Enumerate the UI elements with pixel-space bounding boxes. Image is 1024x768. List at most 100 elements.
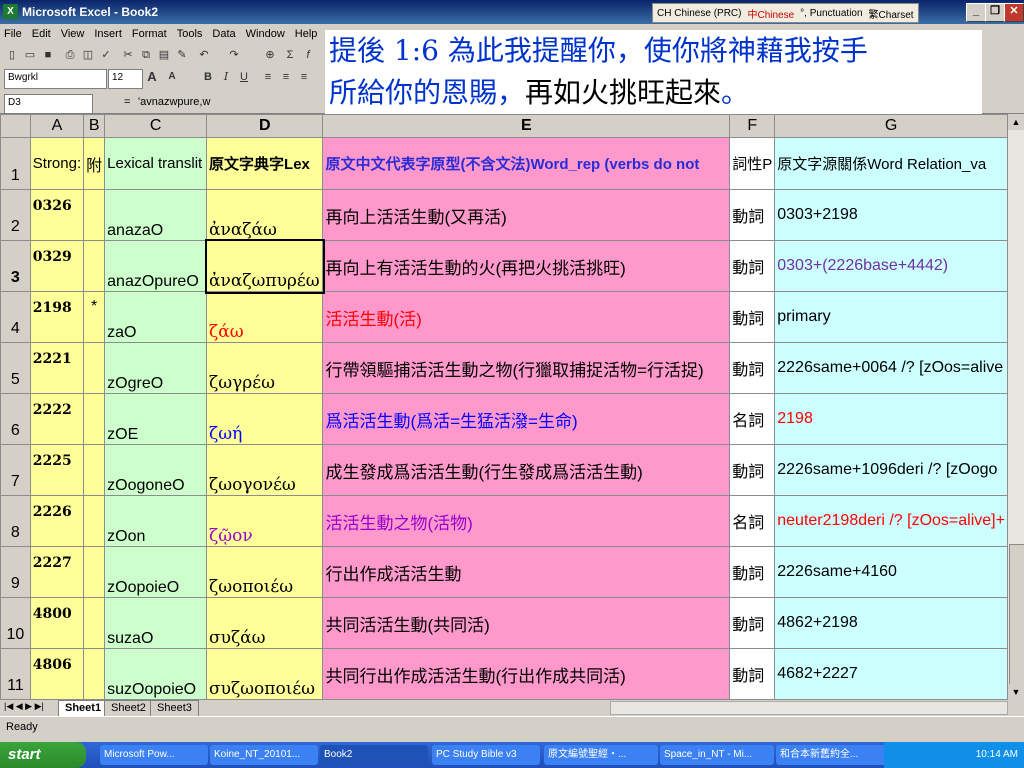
font-size-select[interactable]: 12 — [108, 69, 143, 89]
cell-strong[interactable]: 2226 — [29, 495, 85, 547]
restore-icon[interactable]: ❐ — [985, 3, 1005, 22]
cell-part-of-speech[interactable]: 名詞 — [729, 495, 776, 547]
redo-icon[interactable]: ↷ — [226, 47, 242, 63]
header-cell-g[interactable]: 原文字源關係Word Relation_va — [774, 137, 1008, 190]
row-header[interactable]: 3 — [0, 240, 31, 292]
cell-grid[interactable]: A B C D E F G 1 Strong: 附 Lexical transl… — [0, 114, 1008, 700]
tab-nav-icons[interactable]: |◀ ◀ ▶ ▶| — [4, 701, 44, 712]
cell-part-of-speech[interactable]: 動詞 — [729, 444, 776, 496]
cell-chinese-rep[interactable]: 共同行出作成活活生動(行出作成共同活) — [322, 648, 731, 700]
cell-lexical-form[interactable]: ζάω — [206, 291, 324, 343]
menu-format[interactable]: Format — [132, 28, 167, 40]
cell-transliteration[interactable]: zOon — [104, 495, 208, 547]
scroll-thumb[interactable] — [1009, 544, 1024, 696]
menu-window[interactable]: Window — [246, 28, 285, 40]
cell-lexical-form[interactable]: ζῷον — [206, 495, 324, 547]
shrink-font-icon[interactable]: A — [164, 69, 180, 85]
cell-transliteration[interactable]: zOE — [104, 393, 208, 445]
cell-word-relation[interactable]: 2226same+4160 — [774, 546, 1008, 598]
cell-part-of-speech[interactable]: 動詞 — [729, 597, 776, 649]
taskbar-item[interactable]: Space_in_NT - Mi... — [660, 745, 774, 765]
column-header-e[interactable]: E — [322, 114, 731, 138]
cell-word-relation[interactable]: 2226same+1096deri /? [zOogo — [774, 444, 1008, 496]
menu-data[interactable]: Data — [212, 28, 235, 40]
menu-insert[interactable]: Insert — [94, 28, 122, 40]
bold-icon[interactable]: B — [200, 69, 216, 85]
column-header-c[interactable]: C — [104, 114, 208, 138]
cell-strong[interactable]: 2222 — [29, 393, 85, 445]
excel-app-icon[interactable]: X — [3, 4, 18, 19]
row-header[interactable]: 6 — [0, 393, 31, 445]
cell-strong[interactable]: 0326 — [29, 189, 85, 241]
preview-icon[interactable]: ◫ — [80, 47, 96, 63]
cell-strong[interactable]: 2221 — [29, 342, 85, 394]
menu-view[interactable]: View — [61, 28, 85, 40]
cell-flag[interactable] — [83, 444, 106, 496]
scroll-up-icon[interactable]: ▲ — [1008, 114, 1024, 130]
cell-chinese-rep[interactable]: 活活生動之物(活物) — [322, 495, 731, 547]
taskbar-item[interactable]: 和合本新舊約全... — [776, 745, 886, 765]
print-icon[interactable]: ⎙ — [62, 47, 78, 63]
clock[interactable]: 10:14 AM — [976, 749, 1018, 760]
taskbar-item[interactable]: Book2 — [320, 745, 428, 765]
tab-sheet1[interactable]: Sheet1 — [58, 700, 109, 717]
cell-transliteration[interactable]: suzOopoieO — [104, 648, 208, 700]
header-cell-b[interactable]: 附 — [83, 137, 106, 190]
cut-icon[interactable]: ✂ — [120, 47, 136, 63]
cell-chinese-rep[interactable]: 共同活活生動(共同活) — [322, 597, 731, 649]
cell-part-of-speech[interactable]: 動詞 — [729, 342, 776, 394]
cell-transliteration[interactable]: anazaO — [104, 189, 208, 241]
cell-chinese-rep[interactable]: 活活生動(活) — [322, 291, 731, 343]
underline-icon[interactable]: U — [236, 69, 252, 85]
header-cell-f[interactable]: 詞性P — [729, 137, 776, 190]
italic-icon[interactable]: I — [218, 69, 234, 85]
column-header-d[interactable]: D — [206, 114, 324, 138]
cell-strong[interactable]: 2227 — [29, 546, 85, 598]
align-center-icon[interactable]: ≡ — [278, 69, 294, 85]
cell-flag[interactable]: * — [83, 291, 106, 343]
cell-part-of-speech[interactable]: 動詞 — [729, 291, 776, 343]
copy-icon[interactable]: ⧉ — [138, 47, 154, 63]
cell-strong[interactable]: 4800 — [29, 597, 85, 649]
cell-strong[interactable]: 2225 — [29, 444, 85, 496]
cell-part-of-speech[interactable]: 動詞 — [729, 648, 776, 700]
row-header[interactable]: 7 — [0, 444, 31, 496]
cell-lexical-form[interactable]: ζωγρέω — [206, 342, 324, 394]
column-header-a[interactable]: A — [29, 114, 85, 138]
open-icon[interactable]: ▭ — [22, 47, 38, 63]
row-header[interactable]: 10 — [0, 597, 31, 649]
cell-word-relation[interactable]: 4682+2227 — [774, 648, 1008, 700]
cell-strong[interactable]: 2198 — [29, 291, 85, 343]
cell-chinese-rep[interactable]: 再向上有活活生動的火(再把火挑活挑旺) — [322, 240, 731, 292]
cell-word-relation[interactable]: 2226same+0064 /? [zOos=alive — [774, 342, 1008, 394]
cell-flag[interactable] — [83, 546, 106, 598]
menu-file[interactable]: File — [4, 28, 22, 40]
header-cell-d[interactable]: 原文字典字Lex — [206, 137, 324, 190]
taskbar-item[interactable]: Koine_NT_20101... — [210, 745, 318, 765]
font-name-select[interactable]: Bwgrkl — [4, 69, 107, 89]
function-icon[interactable]: f — [300, 47, 316, 63]
vertical-scrollbar[interactable]: ▲ ▼ — [1008, 114, 1024, 700]
language-bar[interactable]: CH Chinese (PRC) 中Chinese °, Punctuation… — [652, 3, 919, 23]
cell-part-of-speech[interactable]: 動詞 — [729, 546, 776, 598]
row-header[interactable]: 11 — [0, 648, 31, 700]
cell-chinese-rep[interactable]: 再向上活活生動(又再活) — [322, 189, 731, 241]
format-painter-icon[interactable]: ✎ — [174, 47, 190, 63]
cell-part-of-speech[interactable]: 動詞 — [729, 240, 776, 292]
cell-chinese-rep[interactable]: 成生發成爲活活生動(行生發成爲活活生動) — [322, 444, 731, 496]
cell-lexical-form[interactable]: συζάω — [206, 597, 324, 649]
select-all-corner[interactable] — [0, 114, 31, 138]
start-button[interactable]: start — [0, 742, 86, 768]
taskbar-item[interactable]: Microsoft Pow... — [100, 745, 208, 765]
cell-lexical-form[interactable]: ἀναζάω — [206, 189, 324, 241]
name-box[interactable]: D3 — [4, 94, 93, 114]
cell-lexical-form[interactable]: ζωογονέω — [206, 444, 324, 496]
align-left-icon[interactable]: ≡ — [260, 69, 276, 85]
langbar-item[interactable]: 中Chinese — [747, 6, 794, 21]
cell-flag[interactable] — [83, 597, 106, 649]
cell-word-relation[interactable]: neuter2198deri /? [zOos=alive]+ — [774, 495, 1008, 547]
horizontal-scrollbar[interactable] — [610, 701, 1008, 715]
cell-word-relation[interactable]: 0303+(2226base+4442) — [774, 240, 1008, 292]
cell-transliteration[interactable]: zOogoneO — [104, 444, 208, 496]
cell-transliteration[interactable]: anazOpureO — [104, 240, 208, 292]
